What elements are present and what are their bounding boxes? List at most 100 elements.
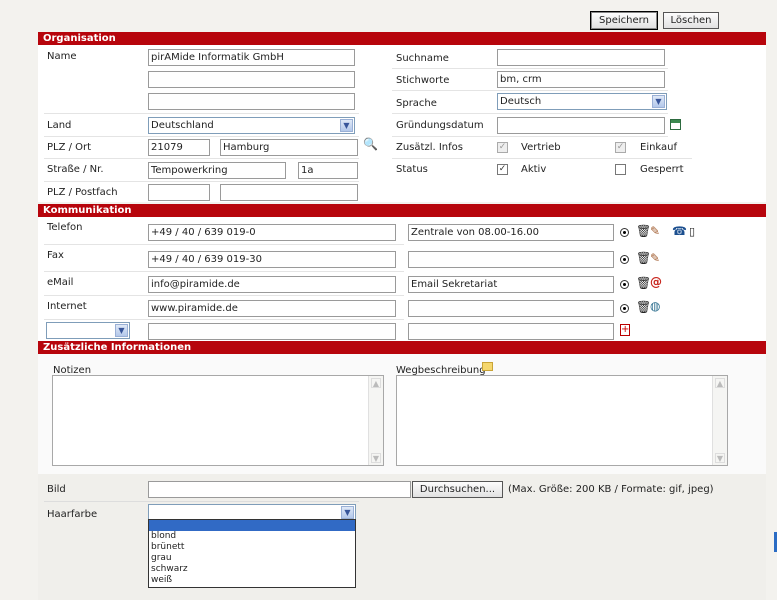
sprache-label: Sprache [396,98,437,109]
new-komm-type-select[interactable]: ▼ [46,322,130,339]
vertrieb-checkbox[interactable]: ✓ [497,142,508,153]
fax-note-field[interactable] [408,251,614,268]
notizen-textarea[interactable]: ▲ ▼ [52,375,384,466]
divider [392,68,668,69]
chevron-down-icon: ▼ [115,324,128,337]
email-note-field[interactable]: Email Sekretariat [408,276,614,293]
dropdown-option[interactable] [149,520,355,531]
name-field-2[interactable] [148,71,355,88]
sprache-select-value: Deutsch [500,96,542,107]
email-field[interactable]: info@piramide.de [148,276,396,293]
bild-hint: (Max. Größe: 200 KB / Formate: gif, jpeg… [508,484,714,495]
stichworte-label: Stichworte [396,75,450,86]
email-default-radio[interactable] [620,280,629,289]
note-icon[interactable] [482,362,493,371]
scrollbar[interactable]: ▲ ▼ [368,376,383,465]
divider [44,501,359,502]
ort-field[interactable]: Hamburg [220,139,358,156]
divider [44,295,404,296]
name-field-1[interactable]: pirAMide Informatik GmbH [148,49,355,66]
telefon-default-radio[interactable] [620,228,629,237]
postfach-plz-field[interactable] [148,184,210,201]
section-organisation: Organisation [38,32,766,45]
fax-field[interactable]: +49 / 40 / 639 019-30 [148,251,396,268]
mobile-icon[interactable]: ▯ [689,225,695,238]
calendar-icon[interactable] [670,119,681,130]
chevron-down-icon: ▼ [652,95,665,108]
postfach-field[interactable] [220,184,358,201]
divider [392,158,692,159]
divider [392,113,668,114]
browse-button[interactable]: Durchsuchen... [412,481,503,498]
section-zusatz: Zusätzliche Informationen [38,341,766,354]
komm-label-fax: Fax [47,250,64,261]
fax-default-radio[interactable] [620,255,629,264]
komm-label-internet: Internet [47,301,87,312]
divider [44,319,404,320]
land-label: Land [47,120,72,131]
land-select[interactable]: Deutschland ▼ [148,117,355,134]
trash-icon[interactable]: 🗑 [636,301,651,314]
hausnummer-field[interactable]: 1a [298,162,358,179]
telefon-field[interactable]: +49 / 40 / 639 019-0 [148,224,396,241]
gruendungsdatum-field[interactable] [497,117,665,134]
aktiv-label: Aktiv [521,164,547,175]
globe-icon[interactable]: ◍ [650,300,660,313]
zusatzinfos-label: Zusätzl. Infos [396,142,463,153]
edit-icon[interactable]: ✎ [650,252,660,265]
phone-icon[interactable]: ☎ [672,225,687,238]
delete-button[interactable]: Löschen [663,12,719,29]
chevron-down-icon: ▼ [340,119,353,132]
scroll-down-icon[interactable]: ▼ [715,453,725,463]
land-select-value: Deutschland [151,120,214,131]
divider [44,158,359,159]
scroll-up-icon[interactable]: ▲ [371,378,381,388]
haarfarbe-label: Haarfarbe [47,509,98,520]
trash-icon[interactable]: 🗑 [636,277,651,290]
new-komm-note-field[interactable] [408,323,614,340]
email-icon[interactable]: @ [650,276,662,289]
vertrieb-label: Vertrieb [521,142,561,153]
scroll-down-icon[interactable]: ▼ [371,453,381,463]
telefon-note-field[interactable]: Zentrale von 08.00-16.00 [408,224,614,241]
internet-field[interactable]: www.piramide.de [148,300,396,317]
dropdown-option[interactable]: brünett [149,542,355,553]
suchname-field[interactable] [497,49,665,66]
scroll-up-icon[interactable]: ▲ [715,378,725,388]
divider [44,244,404,245]
plz-field[interactable]: 21079 [148,139,210,156]
dropdown-option[interactable]: blond [149,531,355,542]
save-button[interactable]: Speichern [590,11,658,30]
new-komm-value-field[interactable] [148,323,396,340]
trash-icon[interactable]: 🗑 [636,225,651,238]
scrollbar[interactable]: ▲ ▼ [712,376,727,465]
gesperrt-checkbox[interactable] [615,164,626,175]
search-icon[interactable]: 🔍 [363,138,378,151]
name-field-3[interactable] [148,93,355,110]
dropdown-option[interactable]: grau [149,553,355,564]
gesperrt-label: Gesperrt [640,164,684,175]
komm-label-telefon: Telefon [47,222,83,233]
edit-icon[interactable]: ✎ [650,225,660,238]
suchname-label: Suchname [396,53,449,64]
internet-default-radio[interactable] [620,304,629,313]
divider [44,181,359,182]
strasse-label: Straße / Nr. [47,164,104,175]
strasse-field[interactable]: Tempowerkring [148,162,286,179]
divider [44,271,404,272]
stichworte-field[interactable]: bm, crm [497,71,665,88]
haarfarbe-dropdown-list: blond brünett grau schwarz weiß [148,519,356,588]
aktiv-checkbox[interactable]: ✓ [497,164,508,175]
dropdown-option[interactable]: schwarz [149,564,355,575]
sprache-select[interactable]: Deutsch ▼ [497,93,667,110]
bild-file-field[interactable] [148,481,411,498]
wegbeschreibung-textarea[interactable]: ▲ ▼ [396,375,728,466]
add-icon[interactable]: + [620,324,630,336]
dropdown-option[interactable]: weiß [149,575,355,586]
trash-icon[interactable]: 🗑 [636,252,651,265]
einkauf-checkbox[interactable]: ✓ [615,142,626,153]
postfach-label: PLZ / Postfach [47,187,118,198]
einkauf-label: Einkauf [640,142,678,153]
internet-note-field[interactable] [408,300,614,317]
bild-label: Bild [47,484,66,495]
